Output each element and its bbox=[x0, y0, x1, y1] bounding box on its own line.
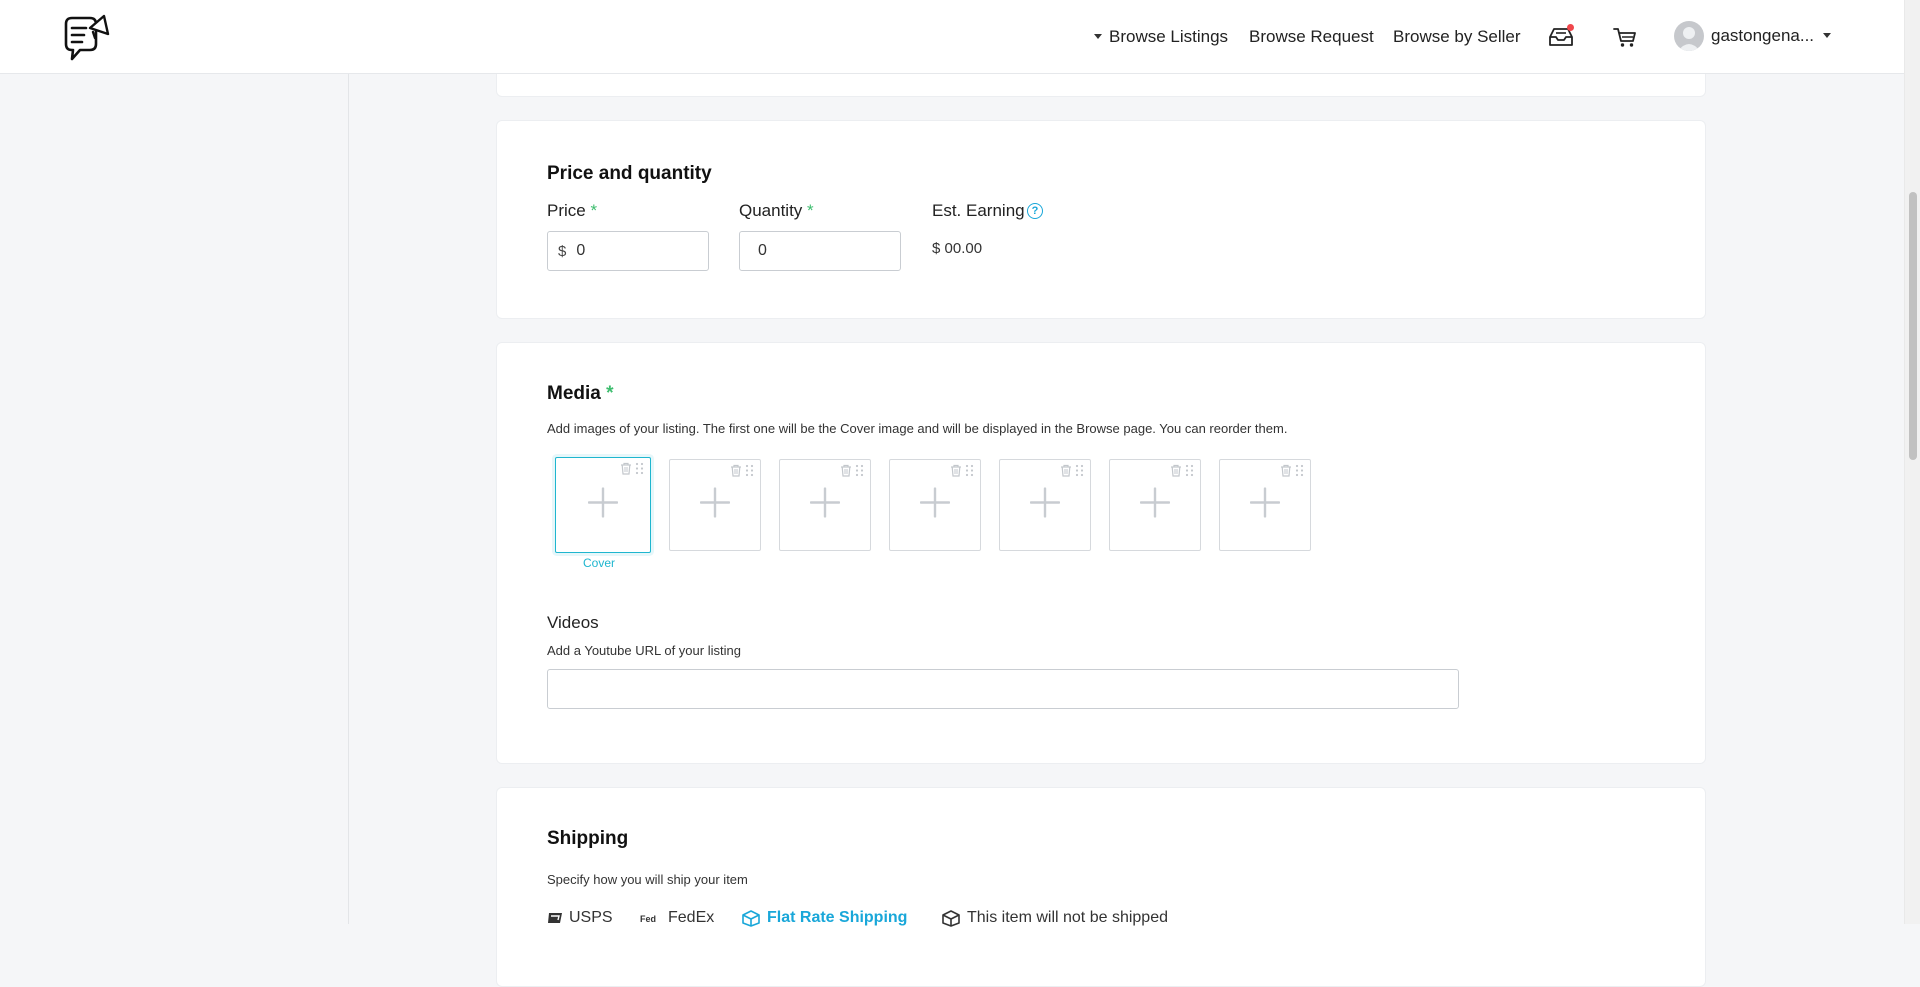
drag-handle-icon[interactable] bbox=[1075, 464, 1084, 482]
price-input[interactable]: $ bbox=[547, 231, 709, 271]
trash-icon[interactable] bbox=[620, 462, 632, 480]
plus-icon bbox=[587, 487, 619, 523]
quantity-required-mark: * bbox=[807, 201, 814, 220]
browse-by-seller-link[interactable]: Browse by Seller bbox=[1393, 27, 1521, 47]
videos-description: Add a Youtube URL of your listing bbox=[547, 643, 741, 658]
browse-listings-link[interactable]: Browse Listings bbox=[1109, 27, 1228, 47]
drag-handle-icon[interactable] bbox=[1295, 464, 1304, 482]
sidebar-divider bbox=[348, 73, 349, 924]
plus-icon bbox=[1139, 487, 1171, 523]
plus-icon bbox=[1029, 487, 1061, 523]
browse-listings-menu[interactable]: Browse Listings bbox=[1094, 0, 1228, 73]
svg-text:Fed: Fed bbox=[640, 914, 656, 924]
videos-title: Videos bbox=[547, 613, 599, 632]
trash-icon[interactable] bbox=[730, 464, 742, 482]
price-quantity-card: Price and quantity Price * $ Quantity * … bbox=[496, 120, 1706, 319]
quantity-label-text: Quantity bbox=[739, 201, 803, 220]
media-title-text: Media bbox=[547, 383, 601, 404]
plus-icon bbox=[699, 487, 731, 523]
shipping-title: Shipping bbox=[547, 828, 629, 849]
quantity-input[interactable] bbox=[739, 231, 901, 271]
cover-label: Cover bbox=[583, 556, 616, 570]
plus-icon bbox=[919, 487, 951, 523]
user-name[interactable]: gastongena... bbox=[1711, 26, 1814, 46]
shipping-option-not-shipped[interactable]: This item will not be shipped bbox=[941, 909, 1168, 927]
plus-icon bbox=[809, 487, 841, 523]
browse-request-nav: Browse Request bbox=[1249, 0, 1374, 73]
media-slot[interactable] bbox=[1109, 459, 1201, 551]
package-icon bbox=[942, 910, 960, 927]
drag-handle-icon[interactable] bbox=[635, 462, 644, 480]
media-required-mark: * bbox=[606, 383, 614, 404]
shipping-option-label: This item will not be shipped bbox=[967, 909, 1168, 926]
price-quantity-title: Price and quantity bbox=[547, 163, 712, 184]
drag-handle-icon[interactable] bbox=[965, 464, 974, 482]
media-title: Media * bbox=[547, 383, 614, 405]
trash-icon[interactable] bbox=[840, 464, 852, 482]
media-card: Media * Add images of your listing. The … bbox=[496, 342, 1706, 764]
inbox-button[interactable] bbox=[1546, 22, 1576, 52]
media-slot[interactable] bbox=[1219, 459, 1311, 551]
shipping-option-flat-rate[interactable]: Flat Rate Shipping bbox=[741, 909, 907, 927]
media-slot-cover[interactable] bbox=[555, 457, 651, 553]
est-earning-value: $ 00.00 bbox=[932, 240, 983, 257]
page-scrollbar[interactable] bbox=[1904, 0, 1920, 924]
trash-icon[interactable] bbox=[1170, 464, 1182, 482]
plus-icon bbox=[1249, 487, 1281, 523]
shipping-card: Shipping Specify how you will ship your … bbox=[496, 787, 1706, 987]
shipping-description: Specify how you will ship your item bbox=[547, 872, 748, 887]
speech-bubble-megaphone-logo-icon bbox=[64, 14, 110, 61]
media-slot[interactable] bbox=[999, 459, 1091, 551]
quantity-label: Quantity * bbox=[739, 201, 814, 221]
site-logo[interactable] bbox=[60, 10, 112, 64]
media-slot[interactable] bbox=[779, 459, 871, 551]
shipping-option-fedex[interactable]: Fed FedEx bbox=[640, 909, 714, 927]
price-label-text: Price bbox=[547, 201, 586, 220]
drag-handle-icon[interactable] bbox=[1185, 464, 1194, 482]
user-avatar-icon bbox=[1678, 27, 1700, 51]
fedex-logo-icon: Fed bbox=[640, 914, 656, 924]
cart-button[interactable] bbox=[1610, 22, 1640, 52]
browse-request-link[interactable]: Browse Request bbox=[1249, 27, 1374, 47]
quantity-field[interactable] bbox=[756, 241, 870, 261]
shipping-option-label: Flat Rate Shipping bbox=[767, 909, 908, 926]
price-required-mark: * bbox=[590, 201, 598, 220]
help-circle-icon[interactable]: ? bbox=[1027, 203, 1043, 219]
youtube-url-field[interactable] bbox=[548, 670, 1458, 708]
price-field[interactable] bbox=[574, 241, 689, 261]
caret-down-icon bbox=[1094, 34, 1102, 39]
price-label: Price * bbox=[547, 201, 597, 221]
shipping-option-label: USPS bbox=[569, 909, 613, 926]
media-slot[interactable] bbox=[889, 459, 981, 551]
top-navbar: Browse Listings Browse Request Browse by… bbox=[0, 0, 1904, 74]
drag-handle-icon[interactable] bbox=[745, 464, 754, 482]
user-menu-caret-icon[interactable] bbox=[1823, 33, 1831, 38]
drag-handle-icon[interactable] bbox=[855, 464, 864, 482]
media-description: Add images of your listing. The first on… bbox=[547, 421, 1288, 436]
trash-icon[interactable] bbox=[950, 464, 962, 482]
cart-icon bbox=[1613, 28, 1636, 47]
youtube-url-input[interactable] bbox=[547, 669, 1459, 709]
shipping-option-usps[interactable]: USPS bbox=[547, 909, 613, 927]
media-slot[interactable] bbox=[669, 459, 761, 551]
est-earning-label: Est. Earning bbox=[932, 201, 1025, 220]
trash-icon[interactable] bbox=[1280, 464, 1292, 482]
shipping-option-label: FedEx bbox=[668, 909, 715, 926]
scrollbar-thumb[interactable] bbox=[1909, 192, 1917, 460]
avatar[interactable] bbox=[1674, 21, 1704, 51]
box-icon bbox=[742, 910, 760, 927]
trash-icon[interactable] bbox=[1060, 464, 1072, 482]
browse-by-seller-nav: Browse by Seller bbox=[1393, 0, 1521, 73]
usps-logo-icon bbox=[548, 913, 562, 923]
dollar-prefix: $ bbox=[558, 242, 567, 260]
notification-dot bbox=[1567, 24, 1574, 31]
